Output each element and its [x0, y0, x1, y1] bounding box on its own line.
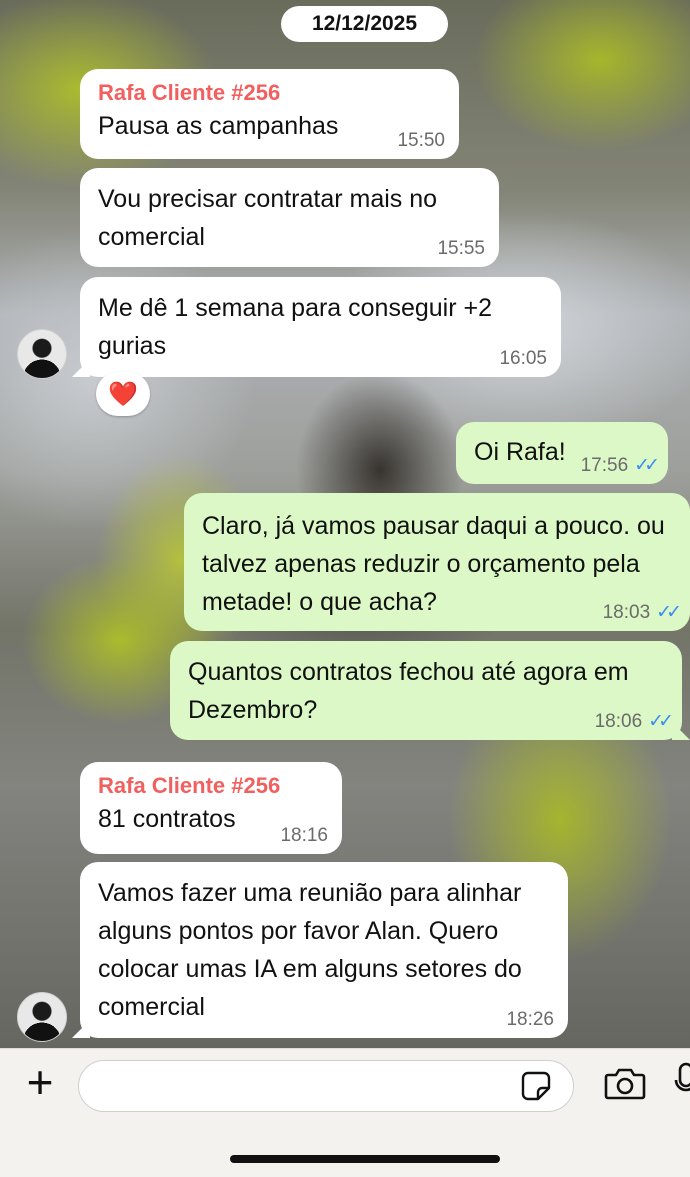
home-indicator [230, 1155, 500, 1163]
message-bubble-incoming[interactable]: Rafa Cliente #256 81 contratos 18:16 [80, 762, 342, 854]
message-time: 18:16 [280, 825, 328, 846]
message-time: 18:26 [506, 1009, 554, 1030]
read-receipt-icon: ✓✓ [634, 455, 660, 476]
message-text: Pausa as campanhas [98, 112, 339, 140]
message-text: Vou precisar contratar mais no comercial [98, 185, 438, 251]
contact-avatar[interactable] [17, 992, 67, 1042]
message-time: 18:03 ✓✓ [602, 602, 682, 623]
camera-icon[interactable] [604, 1066, 646, 1100]
message-bubble-incoming[interactable]: Vou precisar contratar mais no comercial… [80, 168, 499, 267]
sender-name: Rafa Cliente #256 [98, 80, 281, 105]
message-bubble-outgoing[interactable]: Oi Rafa! 17:56 ✓✓ [456, 422, 668, 484]
message-bubble-incoming[interactable]: Me dê 1 semana para conseguir +2 gurias … [80, 277, 561, 377]
sender-name: Rafa Cliente #256 [98, 773, 281, 798]
message-bubble-incoming[interactable]: Vamos fazer uma reunião para alinhar alg… [80, 862, 568, 1038]
message-text: Me dê 1 semana para conseguir +2 gurias [98, 294, 492, 360]
message-bubble-outgoing[interactable]: Claro, já vamos pausar daqui a pouco. ou… [184, 493, 690, 631]
read-receipt-icon: ✓✓ [648, 711, 674, 732]
message-bubble-outgoing[interactable]: Quantos contratos fechou até agora em De… [170, 641, 682, 740]
message-bubble-incoming[interactable]: Rafa Cliente #256 Pausa as campanhas 15:… [80, 69, 459, 159]
heart-reaction-icon[interactable]: ❤️ [96, 372, 150, 416]
plus-icon[interactable]: + [20, 1059, 60, 1105]
message-input[interactable] [78, 1060, 574, 1112]
message-time: 15:50 [397, 130, 445, 151]
message-time: 17:56 ✓✓ [580, 455, 660, 476]
message-time: 16:05 [499, 348, 547, 369]
read-receipt-icon: ✓✓ [656, 602, 682, 623]
date-separator: 12/12/2025 [281, 6, 448, 42]
message-text: Claro, já vamos pausar daqui a pouco. ou… [202, 512, 665, 616]
contact-avatar[interactable] [17, 329, 67, 379]
message-text: Vamos fazer uma reunião para alinhar alg… [98, 879, 522, 1021]
message-text: 81 contratos [98, 805, 236, 833]
message-time: 15:55 [437, 238, 485, 259]
message-text: Quantos contratos fechou até agora em De… [188, 658, 629, 724]
message-time: 18:06 ✓✓ [594, 711, 674, 732]
sticker-icon[interactable] [520, 1070, 552, 1102]
message-text: Oi Rafa! [474, 438, 566, 466]
microphone-icon[interactable] [674, 1062, 690, 1100]
